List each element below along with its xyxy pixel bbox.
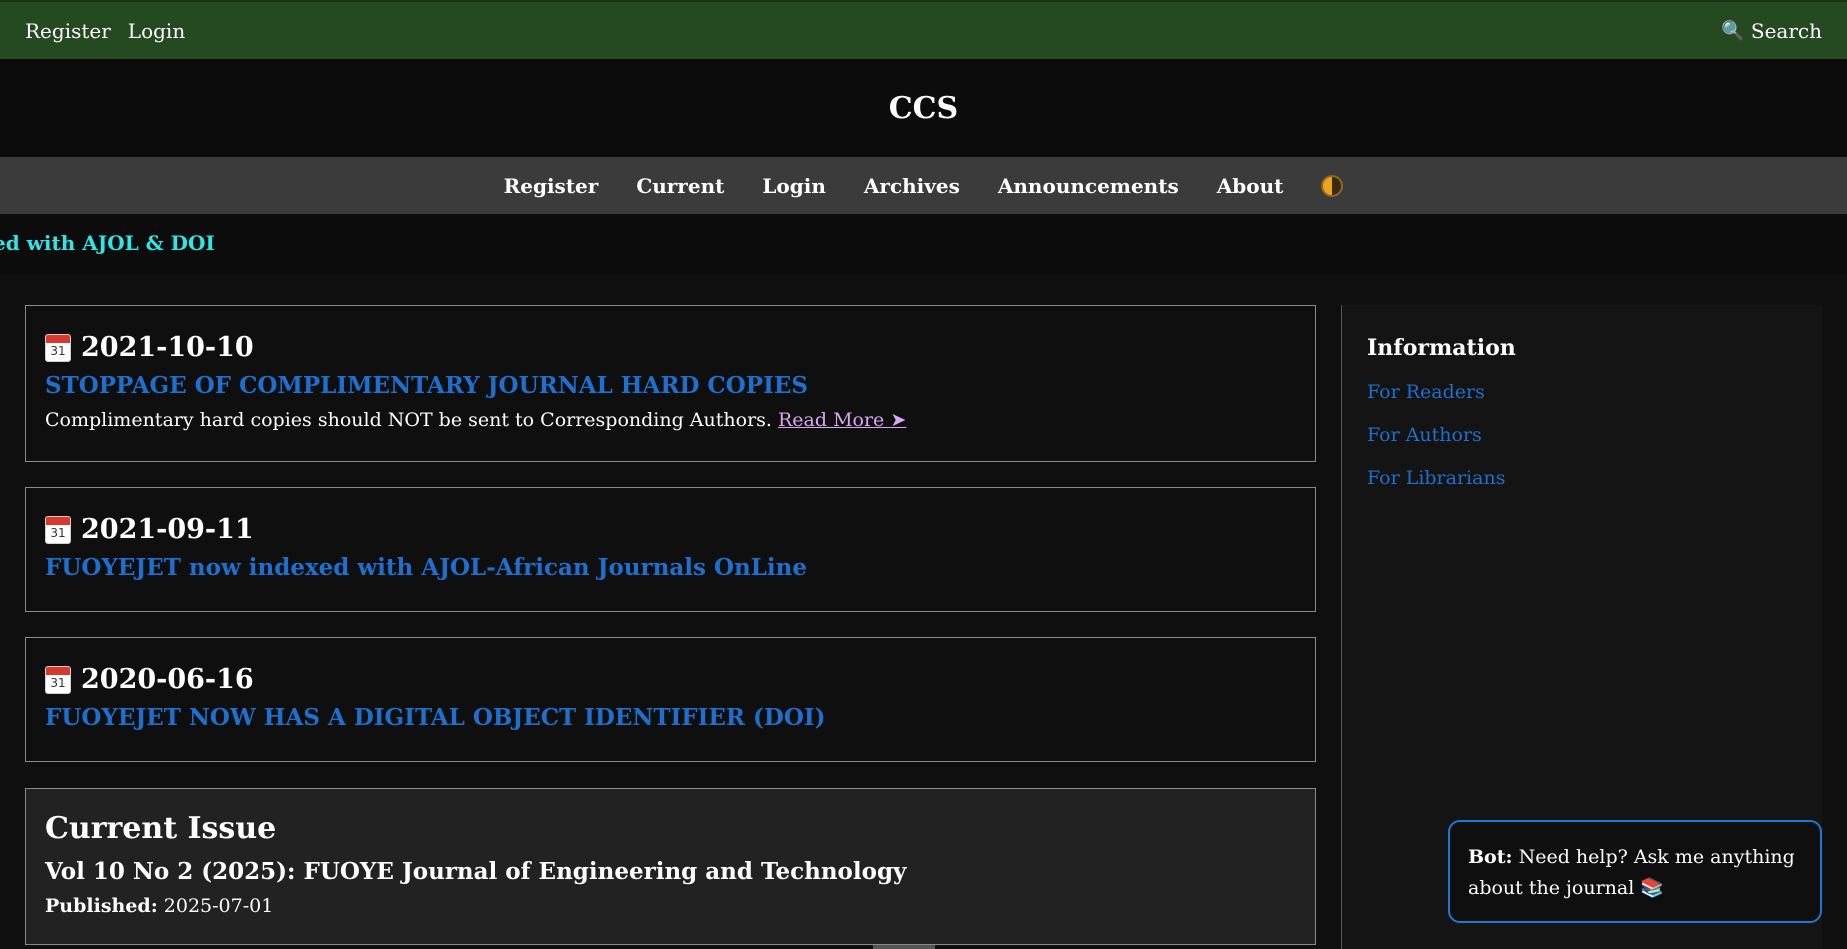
announcement-description-text: Complimentary hard copies should NOT be … <box>45 409 772 431</box>
sidebar-title: Information <box>1367 335 1516 361</box>
search-icon: 🔍 <box>1721 20 1745 42</box>
announcement-date: 2020-06-16 <box>81 664 254 695</box>
top-register-link[interactable]: Register <box>25 19 111 43</box>
scroll-indicator <box>873 945 935 949</box>
news-ticker: ed with AJOL & DOI <box>0 214 1847 274</box>
nav-item-login[interactable]: Login <box>762 174 826 198</box>
sidebar-link-for-librarians[interactable]: For Librarians <box>1367 467 1797 489</box>
search-button[interactable]: 🔍 Search <box>1721 19 1822 43</box>
site-title[interactable]: CCS <box>889 91 958 126</box>
current-issue-title[interactable]: Vol 10 No 2 (2025): FUOYE Journal of Eng… <box>45 858 1296 885</box>
site-header: CCS <box>0 59 1847 157</box>
announcement-title-link[interactable]: FUOYEJET NOW HAS A DIGITAL OBJECT IDENTI… <box>45 704 1296 731</box>
announcement-date-row: 2021-09-11 <box>45 514 1296 545</box>
bot-label: Bot: <box>1468 846 1513 868</box>
top-login-link[interactable]: Login <box>128 19 185 43</box>
sidebar-link-for-readers[interactable]: For Readers <box>1367 381 1797 403</box>
chat-bot-bubble[interactable]: Bot: Need help? Ask me anything about th… <box>1448 820 1822 923</box>
announcement-date-row: 2020-06-16 <box>45 664 1296 695</box>
nav-item-register[interactable]: Register <box>504 174 599 198</box>
nav-item-current[interactable]: Current <box>636 174 724 198</box>
main-nav: Register Current Login Archives Announce… <box>0 157 1847 214</box>
current-issue-panel: Current Issue Vol 10 No 2 (2025): FUOYE … <box>25 788 1316 945</box>
calendar-icon <box>45 333 71 362</box>
bot-message: Need help? Ask me anything about the jou… <box>1468 846 1795 899</box>
published-row: Published: 2025-07-01 <box>45 895 1296 917</box>
announcement-card: 2020-06-16 FUOYEJET NOW HAS A DIGITAL OB… <box>25 637 1316 762</box>
sidebar-link-for-authors[interactable]: For Authors <box>1367 424 1797 446</box>
top-utility-bar: Register Login 🔍 Search <box>0 0 1847 59</box>
theme-toggle-icon[interactable] <box>1321 174 1344 197</box>
search-label: Search <box>1750 18 1822 43</box>
top-user-links: Register Login <box>25 19 185 43</box>
current-issue-heading: Current Issue <box>45 811 277 846</box>
nav-item-announcements[interactable]: Announcements <box>998 174 1179 198</box>
announcement-date: 2021-10-10 <box>81 332 254 363</box>
announcement-date: 2021-09-11 <box>81 514 254 545</box>
calendar-icon <box>45 665 71 694</box>
nav-item-archives[interactable]: Archives <box>864 174 960 198</box>
announcement-title-link[interactable]: STOPPAGE OF COMPLIMENTARY JOURNAL HARD C… <box>45 372 1296 399</box>
announcement-card: 2021-09-11 FUOYEJET now indexed with AJO… <box>25 487 1316 612</box>
read-more-link[interactable]: Read More ➤ <box>778 409 906 431</box>
announcement-card: 2021-10-10 STOPPAGE OF COMPLIMENTARY JOU… <box>25 305 1316 462</box>
published-date: 2025-07-01 <box>163 895 274 917</box>
published-label: Published: <box>45 895 158 917</box>
announcement-title-link[interactable]: FUOYEJET now indexed with AJOL-African J… <box>45 554 1296 581</box>
calendar-icon <box>45 515 71 544</box>
ticker-text: ed with AJOL & DOI <box>0 231 215 255</box>
announcement-date-row: 2021-10-10 <box>45 332 1296 363</box>
nav-item-about[interactable]: About <box>1217 174 1284 198</box>
announcement-description: Complimentary hard copies should NOT be … <box>45 409 1296 431</box>
